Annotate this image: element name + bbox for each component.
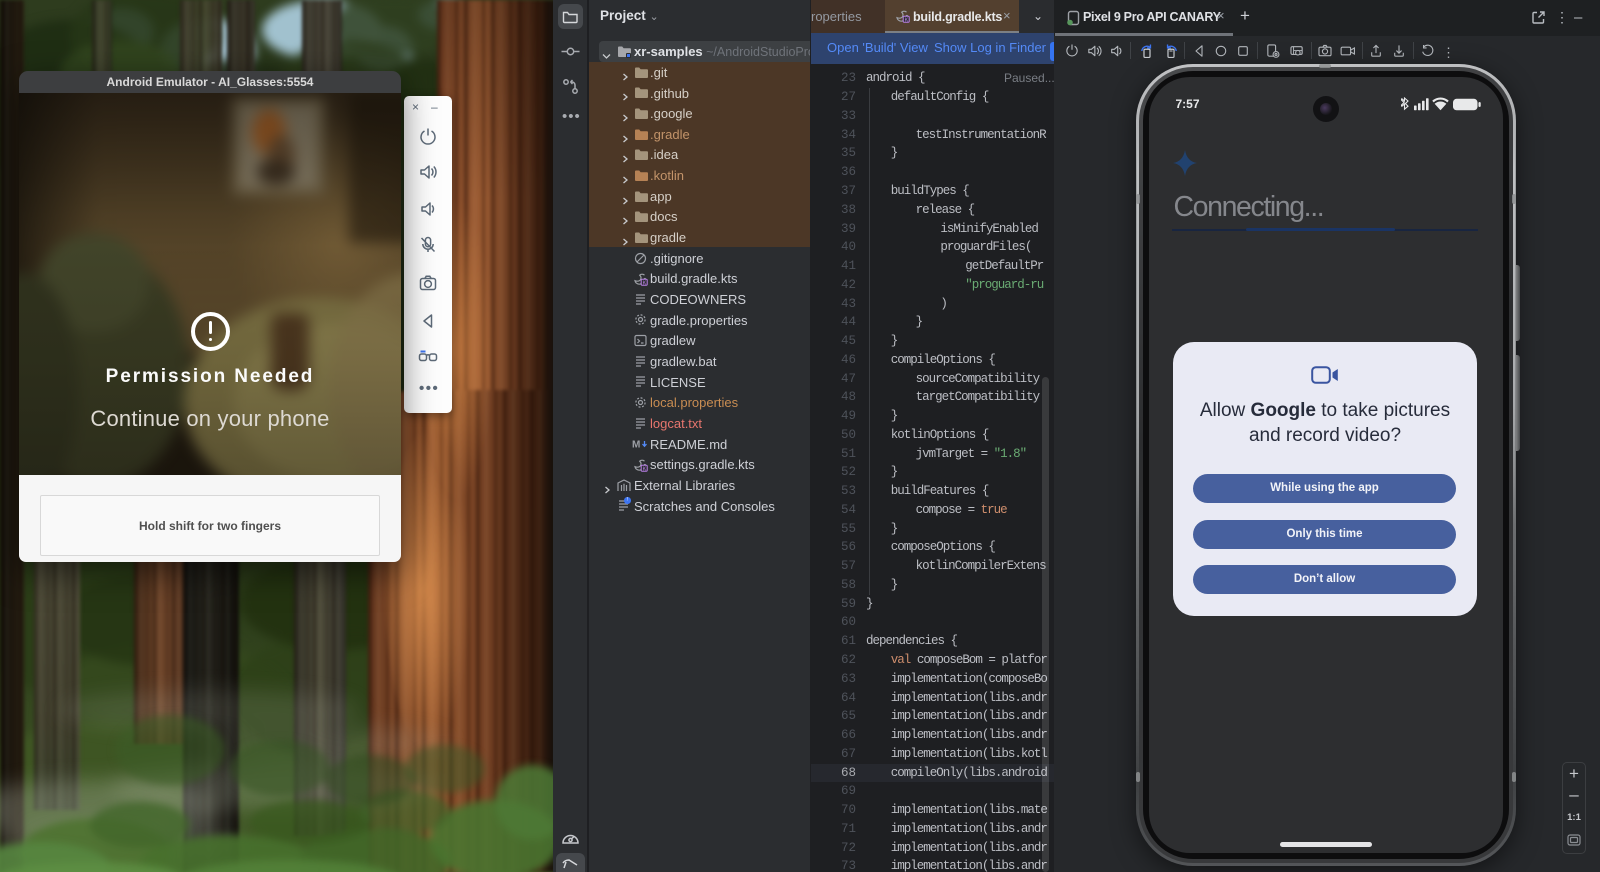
svg-text:K: K xyxy=(643,280,647,286)
svg-text:K: K xyxy=(905,17,909,23)
svg-text:K: K xyxy=(643,466,647,472)
svg-text:M: M xyxy=(632,440,640,451)
